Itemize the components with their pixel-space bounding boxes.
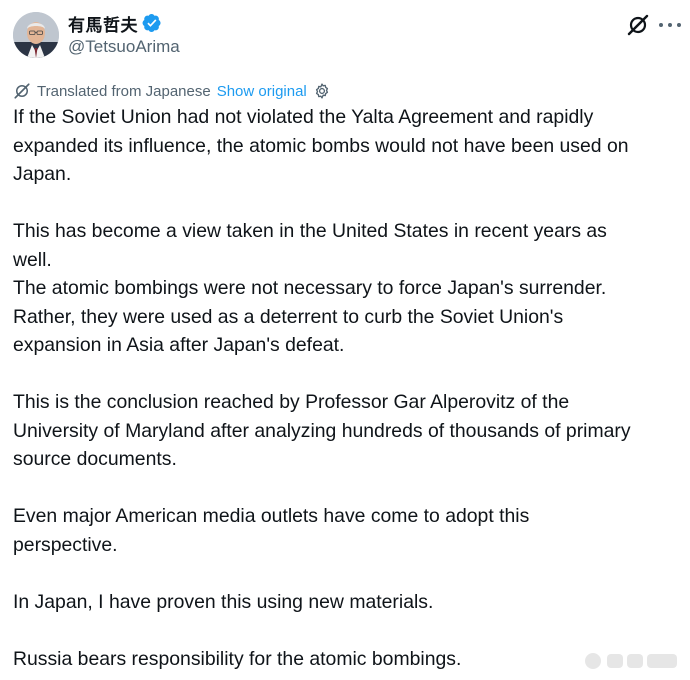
more-options-button[interactable] <box>659 18 681 32</box>
watermark-logo <box>583 648 683 674</box>
tweet-paragraph: This is the conclusion reached by Profes… <box>13 391 631 470</box>
tweet-text: If the Soviet Union had not violated the… <box>13 103 685 673</box>
tweet-paragraph: In Japan, I have proven this using new m… <box>13 590 434 613</box>
tweet-paragraph: Even major American media outlets have c… <box>13 505 530 556</box>
author-handle[interactable]: @TetsuoArima <box>68 37 180 57</box>
tweet-paragraph: This has become a view taken in the Unit… <box>13 220 607 356</box>
avatar[interactable] <box>13 12 59 58</box>
verified-badge-icon <box>142 13 162 33</box>
more-horizontal-icon <box>659 23 663 27</box>
more-horizontal-icon-dot <box>668 23 672 27</box>
translate-icon <box>13 82 31 100</box>
more-horizontal-icon-dot <box>677 23 681 27</box>
translation-bar: Translated from Japanese Show original <box>13 80 331 102</box>
author-name-row[interactable]: 有馬哲夫 <box>68 11 162 36</box>
grok-icon[interactable] <box>626 13 650 37</box>
gear-icon[interactable] <box>313 82 331 100</box>
show-original-link[interactable]: Show original <box>217 83 307 100</box>
author-display-name[interactable]: 有馬哲夫 <box>68 11 138 36</box>
avatar-photo <box>13 12 59 58</box>
translated-from-label: Translated from Japanese <box>37 82 211 100</box>
tweet-paragraph: If the Soviet Union had not violated the… <box>13 106 629 185</box>
